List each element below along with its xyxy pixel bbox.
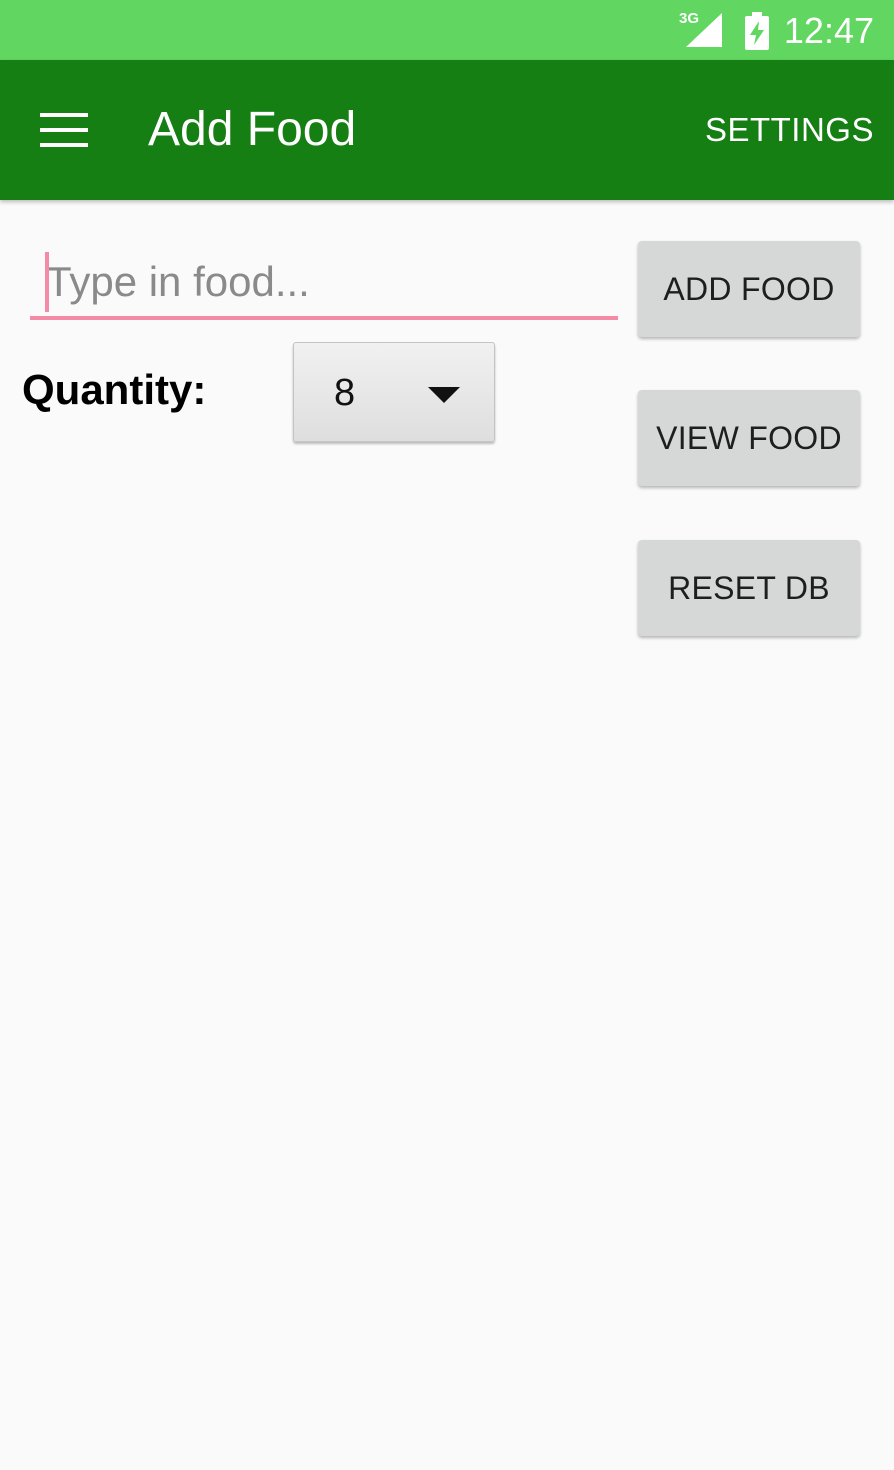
- view-food-button[interactable]: VIEW FOOD: [638, 390, 860, 486]
- settings-button[interactable]: SETTINGS: [705, 108, 874, 152]
- add-food-button[interactable]: ADD FOOD: [638, 241, 860, 337]
- status-clock: 12:47: [783, 10, 874, 51]
- page-title: Add Food: [148, 103, 357, 156]
- quantity-label: Quantity:: [22, 366, 207, 413]
- food-input[interactable]: [30, 248, 618, 320]
- dropdown-arrow-icon: [428, 387, 460, 403]
- app-toolbar: Add Food SETTINGS: [0, 60, 894, 200]
- text-cursor: [45, 252, 49, 312]
- quantity-value: 8: [334, 372, 356, 414]
- quantity-spinner[interactable]: 8: [293, 342, 495, 442]
- status-bar: 3G 12:47: [0, 0, 894, 60]
- reset-db-button[interactable]: RESET DB: [638, 540, 860, 636]
- battery-charging-icon: [745, 12, 769, 50]
- hamburger-menu-icon[interactable]: [30, 102, 98, 158]
- signal-icon: [686, 13, 722, 47]
